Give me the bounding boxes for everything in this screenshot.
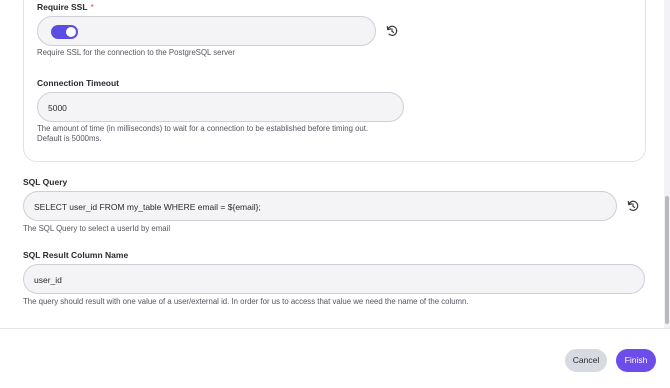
cancel-button[interactable]: Cancel — [565, 349, 607, 372]
vertical-scrollbar[interactable] — [664, 0, 670, 328]
dialog-footer: Cancel Finish — [0, 328, 670, 388]
connection-timeout-input[interactable]: 5000 — [37, 92, 404, 122]
require-ssl-label-text: Require SSL — [37, 2, 88, 12]
connection-timeout-help: The amount of time (in milliseconds) to … — [37, 124, 368, 144]
require-ssl-toggle[interactable] — [51, 25, 78, 39]
reset-icon[interactable] — [385, 24, 399, 38]
finish-button[interactable]: Finish — [616, 349, 656, 372]
require-ssl-label: Require SSL * — [37, 2, 94, 12]
required-asterisk: * — [90, 2, 94, 12]
connection-timeout-label: Connection Timeout — [37, 78, 120, 88]
sql-query-label: SQL Query — [23, 177, 68, 187]
connection-timeout-help-line2: Default is 5000ms. — [37, 134, 102, 143]
sql-result-column-label: SQL Result Column Name — [23, 250, 129, 260]
sql-query-help: The SQL Query to select a userId by emai… — [23, 224, 171, 233]
require-ssl-field — [37, 16, 376, 46]
form-content: Require SSL * Require SSL for the connect… — [0, 0, 664, 328]
require-ssl-help: Require SSL for the connection to the Po… — [37, 48, 235, 57]
reset-icon[interactable] — [626, 199, 640, 213]
sql-result-column-input[interactable]: user_id — [23, 264, 645, 294]
toggle-knob — [66, 27, 76, 37]
sql-result-column-value: user_id — [34, 275, 62, 285]
sql-result-column-help: The query should result with one value o… — [23, 297, 469, 306]
sql-query-value: SELECT user_id FROM my_table WHERE email… — [34, 202, 261, 212]
connection-timeout-value: 5000 — [48, 103, 67, 113]
sql-query-input[interactable]: SELECT user_id FROM my_table WHERE email… — [23, 191, 617, 221]
connection-timeout-help-line1: The amount of time (in milliseconds) to … — [37, 124, 369, 133]
scrollbar-thumb[interactable] — [665, 196, 669, 324]
